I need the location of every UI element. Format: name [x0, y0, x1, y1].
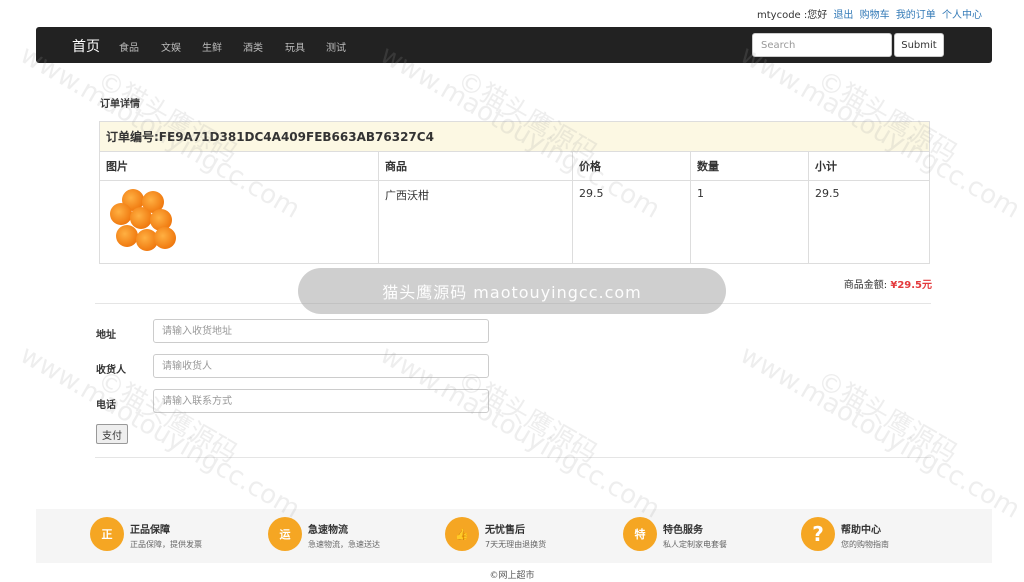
logout-link[interactable]: 退出: [833, 10, 853, 21]
genuine-icon: 正: [90, 517, 124, 551]
receiver-input[interactable]: [153, 354, 489, 378]
feature-desc: 正品保障，提供发票: [130, 540, 202, 549]
header-image: 图片: [99, 151, 379, 181]
nav-home[interactable]: 首页: [72, 36, 100, 56]
divider: [95, 303, 931, 304]
user-greeting: mtycode :您好: [757, 10, 828, 21]
nav-item-wine[interactable]: 酒类: [243, 39, 263, 54]
feature-desc: 急速物流，急速送达: [308, 540, 380, 549]
header-product: 商品: [378, 151, 573, 181]
copyright: ©网上超市: [489, 571, 535, 581]
order-total: 商品金额: ¥29.5元: [844, 276, 932, 291]
product-name: 广西沃柑: [378, 180, 573, 264]
product-price: 29.5: [572, 180, 691, 264]
nav-item-food[interactable]: 食品: [119, 39, 139, 54]
feature-desc: 7天无理由退换货: [485, 540, 547, 549]
order-table: 订单编号:FE9A71D381DC4A409FEB663AB76327C4 图片…: [98, 121, 931, 264]
watermark-text: ©猫头鹰源码: [812, 365, 963, 470]
order-id: 订单编号:FE9A71D381DC4A409FEB663AB76327C4: [98, 121, 931, 152]
product-subtotal: 29.5: [807, 180, 931, 264]
phone-input[interactable]: [153, 389, 489, 413]
total-label: 商品金额:: [843, 280, 888, 291]
logistics-icon: 运: [268, 517, 302, 551]
phone-label: 电话: [96, 400, 116, 411]
help-icon: ?: [801, 517, 835, 551]
feature-title: 正品保障: [130, 525, 170, 536]
order-id-row: 订单编号:FE9A71D381DC4A409FEB663AB76327C4: [98, 121, 931, 152]
divider: [95, 457, 931, 458]
product-qty: 1: [690, 180, 809, 264]
my-orders-link[interactable]: 我的订单: [896, 10, 936, 21]
search-submit-button[interactable]: Submit: [894, 33, 944, 57]
address-input[interactable]: [153, 319, 489, 343]
table-header-row: 图片 商品 价格 数量 小计: [99, 151, 931, 181]
pay-button[interactable]: 支付: [96, 424, 128, 444]
feature-desc: 您的购物指南: [841, 540, 889, 549]
header-price: 价格: [572, 151, 691, 181]
thumbs-up-icon: 👍: [445, 517, 479, 551]
header-qty: 数量: [690, 151, 809, 181]
header-subtotal: 小计: [807, 151, 931, 181]
nav-item-test[interactable]: 测试: [326, 39, 346, 54]
nav-item-fresh[interactable]: 生鲜: [202, 39, 222, 54]
feature-title: 急速物流: [308, 525, 348, 536]
footer-features: 正 正品保障 正品保障，提供发票 运 急速物流 急速物流，急速送达 👍 无忧售后…: [36, 509, 992, 563]
profile-link[interactable]: 个人中心: [942, 10, 982, 21]
table-row: 广西沃柑 29.5 1 29.5: [99, 180, 931, 264]
watermark-url: www.maotouyingcc.com: [735, 340, 1024, 525]
special-icon: 特: [623, 517, 657, 551]
feature-title: 帮助中心: [841, 525, 881, 536]
search-input[interactable]: [752, 33, 892, 57]
feature-title: 无忧售后: [485, 525, 525, 536]
address-label: 地址: [96, 330, 116, 341]
receiver-label: 收货人: [96, 365, 126, 376]
product-image-cell: [99, 180, 379, 264]
orange-product-image[interactable]: [108, 187, 176, 255]
nav-item-toys[interactable]: 玩具: [285, 39, 305, 54]
user-bar: mtycode :您好 退出 购物车 我的订单 个人中心: [757, 6, 982, 21]
watermark-banner: 猫头鹰源码 maotouyingcc.com: [298, 268, 726, 314]
cart-link[interactable]: 购物车: [860, 10, 890, 21]
nav-item-entertainment[interactable]: 文娱: [161, 39, 181, 54]
section-title: 订单详情: [100, 99, 140, 110]
feature-desc: 私人定制家电套餐: [663, 540, 727, 549]
total-value: ¥29.5元: [890, 280, 932, 291]
navbar: 首页 食品 文娱 生鲜 酒类 玩具 测试 Submit: [36, 27, 992, 63]
feature-title: 特色服务: [663, 525, 703, 536]
